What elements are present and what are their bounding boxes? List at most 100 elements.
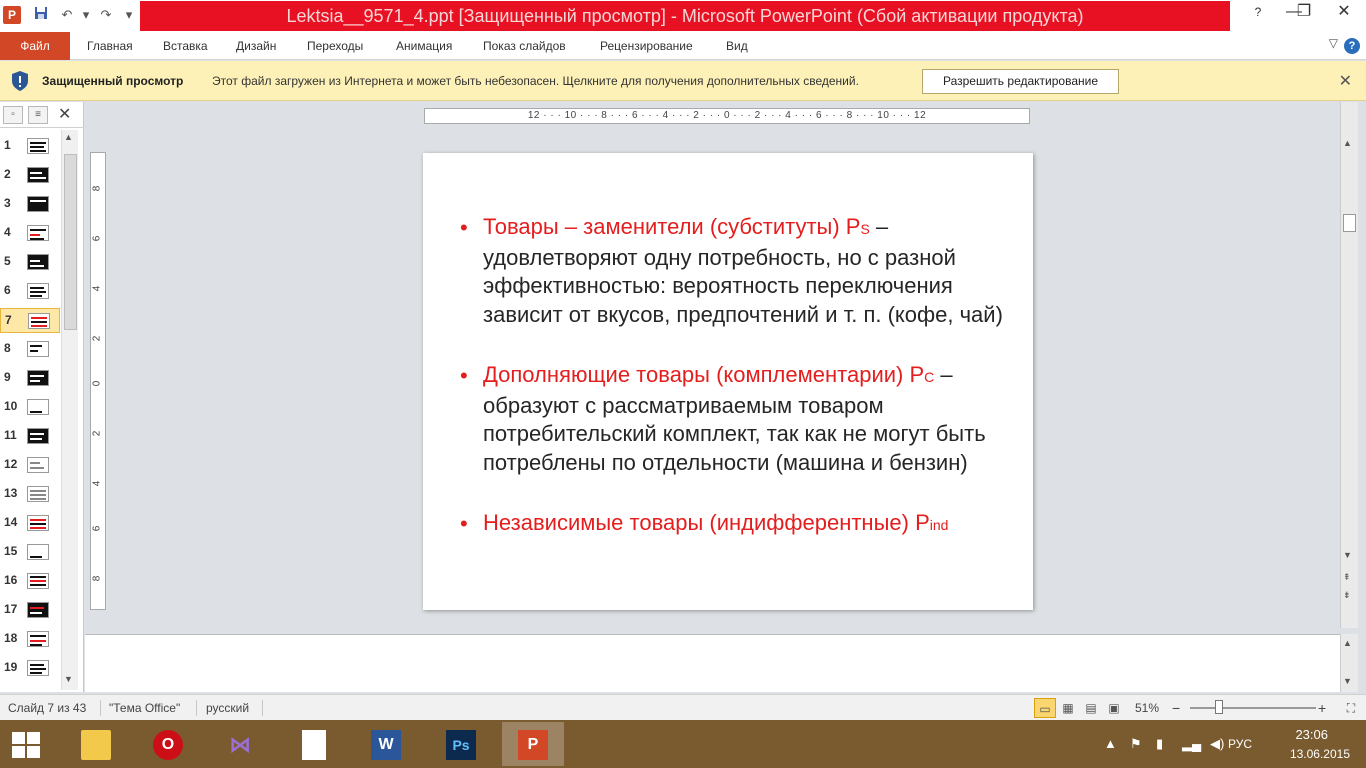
- undo-icon[interactable]: ↶: [58, 6, 76, 24]
- fit-to-window-icon[interactable]: ⛶: [1340, 698, 1362, 718]
- tab-insert[interactable]: Вставка: [163, 32, 208, 60]
- slide-thumbnail[interactable]: 11: [0, 424, 60, 449]
- slide-thumbnail[interactable]: 5: [0, 250, 60, 275]
- zoom-in-icon[interactable]: +: [1318, 695, 1326, 721]
- tab-home[interactable]: Главная: [87, 32, 133, 60]
- normal-view-icon[interactable]: ▭: [1034, 698, 1056, 718]
- slide-thumbnail[interactable]: 18: [0, 627, 60, 652]
- undo-dropdown-icon[interactable]: ▾: [80, 6, 92, 24]
- help-icon[interactable]: ?: [1344, 38, 1360, 54]
- tab-transitions[interactable]: Переходы: [307, 32, 363, 60]
- slide-thumbnail[interactable]: 4: [0, 221, 60, 246]
- slides-tab-icon[interactable]: ▫: [3, 106, 23, 124]
- tab-review[interactable]: Рецензирование: [600, 32, 693, 60]
- scrollbar-thumb[interactable]: [64, 154, 77, 330]
- windows-start-icon[interactable]: [12, 732, 42, 758]
- redo-icon[interactable]: ↷: [97, 6, 115, 24]
- slide-thumbnail[interactable]: 8: [0, 337, 60, 362]
- file-explorer-app[interactable]: [65, 722, 127, 766]
- input-language[interactable]: РУС: [1228, 737, 1252, 751]
- bullet-independent[interactable]: Независимые товары (индифферентные) Pind: [483, 509, 963, 540]
- document-app[interactable]: [283, 722, 345, 766]
- opera-app[interactable]: O: [137, 722, 199, 766]
- scroll-down-icon[interactable]: ▼: [1343, 550, 1352, 560]
- zoom-level[interactable]: 51%: [1135, 695, 1159, 721]
- status-bar: Слайд 7 из 43 "Тема Office" русский ▭ ▦ …: [0, 694, 1366, 720]
- slide-thumbnail[interactable]: 13: [0, 482, 60, 507]
- bullet-complements[interactable]: Дополняющие товары (комплементарии) PC –…: [483, 361, 1003, 477]
- scroll-up-icon[interactable]: ▲: [64, 132, 73, 142]
- photoshop-app[interactable]: Ps: [430, 722, 492, 766]
- scroll-down-icon[interactable]: ▼: [1343, 676, 1352, 686]
- enable-editing-button[interactable]: Разрешить редактирование: [922, 69, 1119, 94]
- slide-preview: [27, 283, 49, 299]
- tab-view[interactable]: Вид: [726, 32, 748, 60]
- slide-thumbnail[interactable]: 3: [0, 192, 60, 217]
- slide-thumbnail[interactable]: 17: [0, 598, 60, 623]
- volume-icon[interactable]: ◀): [1210, 736, 1224, 752]
- slideshow-icon[interactable]: ▣: [1103, 698, 1125, 718]
- close-protected-bar-icon[interactable]: ✕: [1339, 71, 1352, 91]
- outline-tab-icon[interactable]: ≡: [28, 106, 48, 124]
- slide-thumbnail[interactable]: 16: [0, 569, 60, 594]
- scroll-up-icon[interactable]: ▲: [1343, 638, 1352, 648]
- show-hidden-icons-icon[interactable]: ▲: [1104, 736, 1117, 751]
- slide-thumbnail[interactable]: 15: [0, 540, 60, 565]
- customize-quick-access-icon[interactable]: ▾: [122, 6, 136, 24]
- slide-number: 6: [4, 283, 11, 297]
- powerpoint-logo-icon[interactable]: P: [3, 6, 21, 24]
- tab-file[interactable]: Файл: [0, 32, 70, 60]
- restore-button[interactable]: ❐: [1282, 1, 1326, 25]
- zoom-slider-knob[interactable]: [1215, 700, 1223, 714]
- powerpoint-app[interactable]: P: [502, 722, 564, 766]
- subscript: ind: [929, 517, 949, 533]
- close-panel-icon[interactable]: ✕: [58, 104, 71, 124]
- slide-preview: [27, 341, 49, 357]
- scroll-down-icon[interactable]: ▼: [64, 674, 73, 684]
- windows-taskbar: O ⋈ W Ps P ▲ ⚑ ▮ ▂▄ ◀) РУС 23:06 13.06.2…: [0, 720, 1366, 768]
- slide-thumbnail[interactable]: 19: [0, 656, 60, 681]
- bullet-substitutes[interactable]: Товары – заменители (субституты) PS – уд…: [483, 213, 1003, 329]
- zoom-out-icon[interactable]: −: [1172, 695, 1180, 721]
- language-indicator[interactable]: русский: [206, 695, 249, 721]
- zoom-slider-track[interactable]: [1190, 707, 1316, 709]
- visual-studio-app[interactable]: ⋈: [209, 722, 271, 766]
- tab-slideshow[interactable]: Показ слайдов: [483, 32, 566, 60]
- slide-thumbnail[interactable]: 9: [0, 366, 60, 391]
- scroll-up-icon[interactable]: ▲: [1343, 138, 1352, 148]
- action-center-flag-icon[interactable]: ⚑: [1130, 736, 1142, 752]
- separator: [100, 700, 101, 716]
- notes-scrollbar[interactable]: ▲ ▼: [1340, 634, 1358, 692]
- slide-thumbnail[interactable]: 14: [0, 511, 60, 536]
- slide-thumbnail[interactable]: 1: [0, 134, 60, 159]
- slide-canvas[interactable]: • Товары – заменители (субституты) PS – …: [423, 153, 1033, 610]
- clock-time[interactable]: 23:06: [1295, 727, 1328, 742]
- protected-view-title: Защищенный просмотр: [42, 74, 184, 88]
- slide-number: 5: [4, 254, 11, 268]
- clock-date[interactable]: 13.06.2015: [1290, 747, 1350, 761]
- tab-animations[interactable]: Анимация: [396, 32, 452, 60]
- theme-name[interactable]: "Тема Office": [109, 695, 180, 721]
- network-icon[interactable]: ▂▄: [1182, 736, 1201, 752]
- previous-slide-icon[interactable]: ⇞: [1343, 572, 1351, 583]
- slide-thumbnail-active[interactable]: 7: [0, 308, 60, 333]
- protected-view-message[interactable]: Этот файл загружен из Интернета и может …: [212, 61, 859, 101]
- slide-thumbnail[interactable]: 10: [0, 395, 60, 420]
- notes-pane[interactable]: [85, 634, 1340, 692]
- slide-preview: [27, 515, 49, 531]
- thumbnail-scrollbar[interactable]: ▲ ▼: [61, 130, 78, 690]
- slide-scrollbar[interactable]: ▲ ▼ ⇞ ⇟: [1340, 102, 1358, 628]
- tab-design[interactable]: Дизайн: [236, 32, 276, 60]
- ribbon-collapse-icon[interactable]: ▽: [1329, 36, 1338, 50]
- slide-thumbnail[interactable]: 6: [0, 279, 60, 304]
- reading-view-icon[interactable]: ▤: [1080, 698, 1102, 718]
- slide-sorter-icon[interactable]: ▦: [1057, 698, 1079, 718]
- battery-icon[interactable]: ▮: [1156, 736, 1163, 752]
- slide-thumbnail[interactable]: 12: [0, 453, 60, 478]
- word-app[interactable]: W: [355, 722, 417, 766]
- save-icon[interactable]: [32, 6, 50, 24]
- close-window-button[interactable]: ✕: [1322, 1, 1366, 25]
- scrollbar-thumb[interactable]: [1343, 214, 1356, 232]
- slide-thumbnail[interactable]: 2: [0, 163, 60, 188]
- next-slide-icon[interactable]: ⇟: [1343, 590, 1351, 601]
